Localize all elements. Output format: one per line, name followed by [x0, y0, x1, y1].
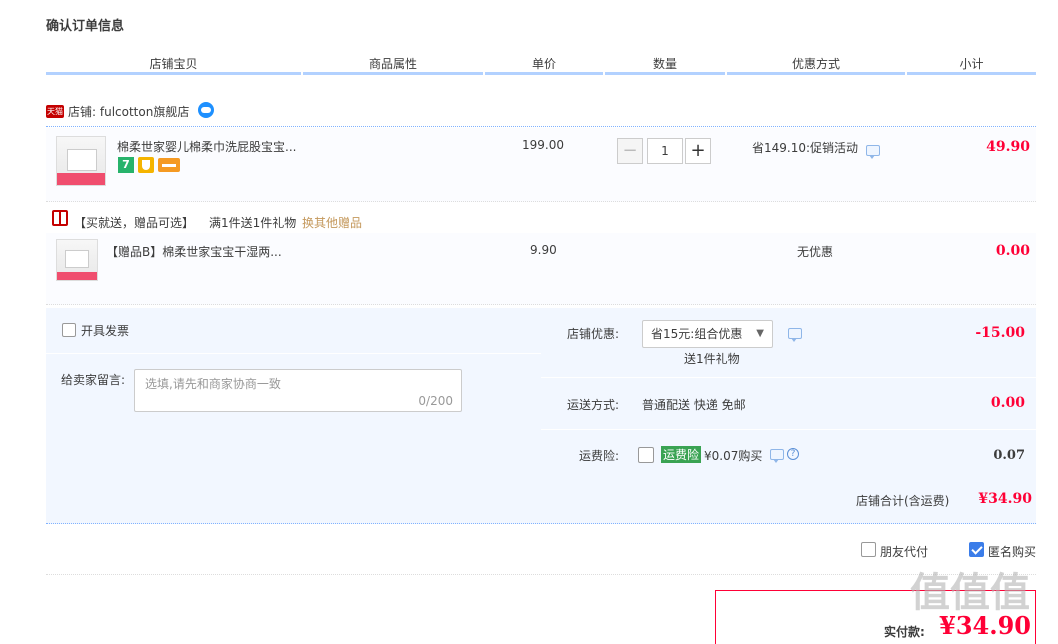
- change-gift-link[interactable]: 换其他赠品: [302, 214, 362, 231]
- gift-item-row: 【赠品B】棉柔世家宝宝干湿两... 9.90 无优惠 0.00: [46, 233, 1036, 305]
- gift-name-link[interactable]: 【赠品B】棉柔世家宝宝干湿两...: [106, 243, 282, 260]
- message-label: 给卖家留言:: [61, 373, 126, 387]
- col-header-item: 店铺宝贝: [46, 55, 301, 75]
- buyer-options: 开具发票 给卖家留言: 选填,请先和商家协商一致 0/200: [46, 308, 541, 474]
- divider: [46, 574, 1036, 575]
- quantity-increase-button[interactable]: +: [685, 138, 711, 164]
- invoice-label: 开具发票: [81, 324, 130, 338]
- insurance-checkbox[interactable]: [638, 447, 654, 463]
- unit-price: 199.00: [522, 138, 564, 152]
- message-placeholder: 选填,请先和商家协商一致: [145, 377, 281, 391]
- chevron-down-icon: ▼: [756, 328, 764, 339]
- help-icon[interactable]: ?: [787, 448, 799, 460]
- quantity-input[interactable]: 1: [647, 138, 683, 164]
- seven-day-return-icon: 7: [118, 157, 134, 173]
- shop-discount-select[interactable]: 省15元:组合优惠 ▼: [642, 320, 773, 348]
- invoice-checkbox[interactable]: [62, 323, 76, 337]
- item-discount-text: 省149.10:促销活动: [752, 141, 859, 155]
- col-header-subtotal: 小计: [907, 55, 1036, 75]
- product-name-link[interactable]: 棉柔世家婴儿棉柔巾洗屁股宝宝...: [117, 138, 296, 155]
- col-header-price: 单价: [485, 55, 603, 75]
- seller-message-input[interactable]: 选填,请先和商家协商一致 0/200: [134, 369, 462, 412]
- gift-subtotal: 0.00: [995, 243, 1030, 259]
- shipping-label: 运送方式:: [566, 398, 619, 412]
- product-thumbnail[interactable]: [56, 136, 106, 186]
- order-item-row: 棉柔世家婴儿棉柔巾洗屁股宝宝... 7 199.00 − 1 + 省149.10…: [46, 128, 1036, 202]
- shipping-method: 普通配送 快递 免邮: [642, 398, 746, 412]
- credit-card-icon: [158, 158, 180, 172]
- gift-promo-label: 【买就送，赠品可选】: [74, 216, 195, 230]
- col-header-discount: 优惠方式: [727, 55, 905, 75]
- gift-promo-bar: 【买就送，赠品可选】 满1件送1件礼物 换其他赠品: [46, 203, 1036, 233]
- col-header-qty: 数量: [605, 55, 725, 75]
- watermark-logo: 值值值: [910, 570, 1030, 616]
- anonymous-checkbox[interactable]: [969, 542, 984, 557]
- shipping-amount: 0.00: [990, 395, 1025, 411]
- insurance-row: 运费险: 运费险 ¥0.07购买 ? 0.07: [541, 430, 1036, 474]
- guarantee-shield-icon: [138, 157, 154, 173]
- shop-header: 天猫 店铺: fulcotton旗舰店: [46, 101, 1036, 127]
- item-subtotal: 49.90: [986, 139, 1030, 155]
- gift-note: 送1件礼物: [684, 352, 740, 366]
- insurance-price: ¥0.07购买: [704, 449, 763, 463]
- tmall-badge: 天猫: [46, 105, 64, 118]
- friend-pay-checkbox[interactable]: [861, 542, 876, 557]
- gift-icon: [52, 210, 68, 226]
- insurance-badge: 运费险: [661, 446, 702, 463]
- shop-total-label: 店铺合计(含运费): [856, 494, 950, 508]
- insurance-comment-icon[interactable]: [770, 449, 784, 463]
- shop-total-row: 店铺合计(含运费) ¥34.90: [46, 474, 1036, 524]
- gift-thumbnail[interactable]: [56, 239, 98, 281]
- shop-discount-selected: 省15元:组合优惠: [651, 327, 743, 341]
- chat-seller-icon[interactable]: [198, 102, 214, 118]
- shop-name-link[interactable]: 店铺: fulcotton旗舰店: [68, 103, 189, 120]
- insurance-amount: 0.07: [993, 448, 1025, 463]
- comment-icon[interactable]: [866, 145, 880, 159]
- gift-promo-rule: 满1件送1件礼物: [209, 216, 297, 230]
- quantity-decrease-button[interactable]: −: [617, 138, 643, 164]
- shop-discount-amount: -15.00: [975, 325, 1025, 341]
- shipping-row: 运送方式: 普通配送 快递 免邮 0.00: [541, 378, 1036, 430]
- message-char-counter: 0/200: [418, 394, 453, 408]
- pay-label: 实付款:: [884, 625, 925, 639]
- shop-discount-row: 店铺优惠: 省15元:组合优惠 ▼ 送1件礼物 -15.00: [541, 308, 1036, 378]
- anonymous-label: 匿名购买: [988, 545, 1037, 559]
- page-title: 确认订单信息: [46, 19, 125, 34]
- shop-total-amount: ¥34.90: [978, 491, 1032, 507]
- insurance-label: 运费险:: [578, 449, 619, 463]
- discount-comment-icon[interactable]: [788, 328, 802, 342]
- gift-unit-price: 9.90: [530, 243, 557, 257]
- order-options-panel: 开具发票 给卖家留言: 选填,请先和商家协商一致 0/200 店铺优惠: 省15…: [46, 308, 1036, 524]
- shop-fees: 店铺优惠: 省15元:组合优惠 ▼ 送1件礼物 -15.00 运送方式: 普通配…: [541, 308, 1036, 474]
- col-header-attr: 商品属性: [303, 55, 483, 75]
- friend-pay-label: 朋友代付: [880, 545, 929, 559]
- gift-discount-text: 无优惠: [797, 245, 834, 259]
- shop-discount-label: 店铺优惠:: [566, 327, 619, 341]
